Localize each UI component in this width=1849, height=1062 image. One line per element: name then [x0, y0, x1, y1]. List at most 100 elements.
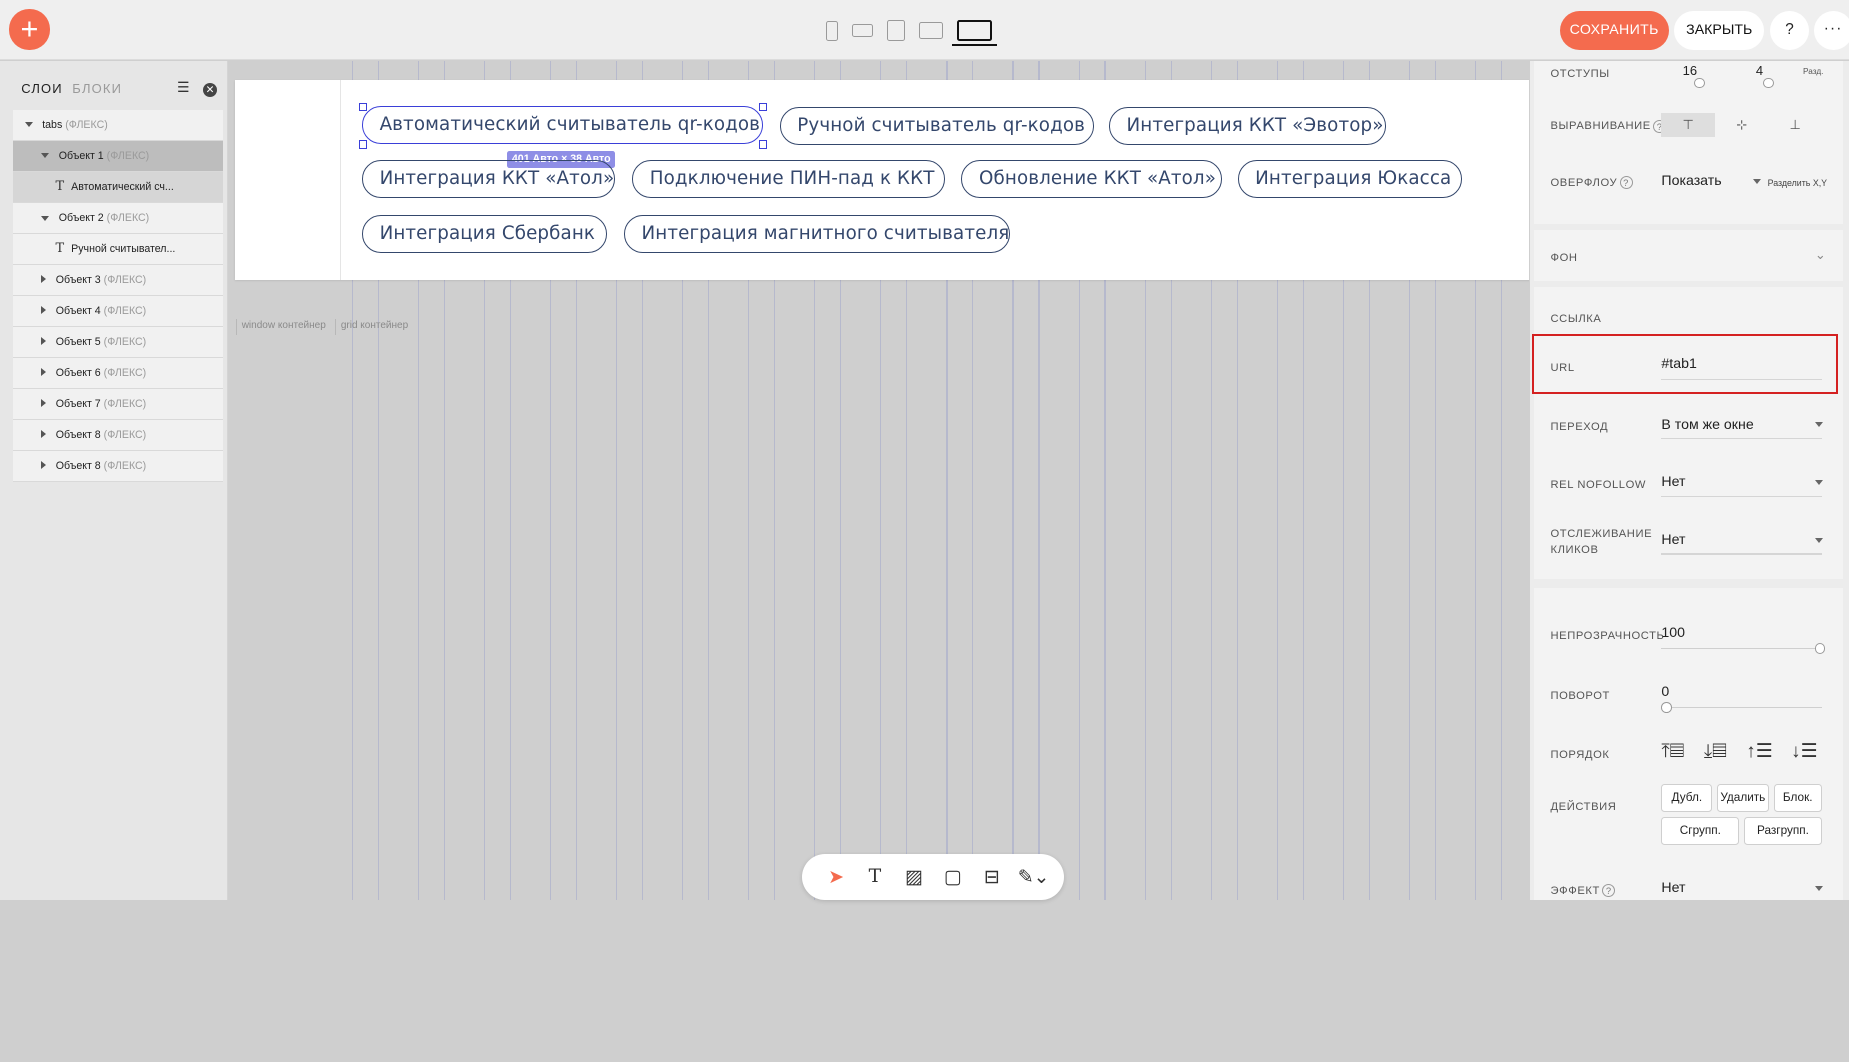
select-underline	[1661, 437, 1822, 439]
layer-item[interactable]: Объект 6 (ФЛЕКС)	[12, 358, 223, 390]
tab-pill[interactable]: Автоматический считыватель qr-кодов	[362, 106, 764, 144]
chevron-down-icon[interactable]	[1814, 538, 1823, 544]
tab-layers[interactable]: СЛОИ	[21, 81, 63, 96]
layer-item[interactable]: Объект 8 (ФЛЕКС)	[12, 451, 223, 483]
layer-item[interactable]: T Автоматический сч...	[12, 171, 223, 203]
background-card[interactable]: ФОН ⌄	[1533, 230, 1844, 281]
rotation-slider-track[interactable]	[1661, 706, 1822, 708]
transition-select[interactable]: В том же окне	[1661, 417, 1753, 433]
chevron-down-icon[interactable]	[1814, 480, 1823, 486]
layer-item[interactable]: Объект 8 (ФЛЕКС)	[12, 420, 223, 452]
send-to-back-icon[interactable]: ⤓▤	[1704, 740, 1727, 762]
chevron-down-icon[interactable]: ⌄	[1815, 247, 1826, 263]
collapse-icon[interactable]	[41, 215, 50, 221]
resize-handle[interactable]	[758, 102, 767, 111]
help-button[interactable]: ?	[1769, 10, 1809, 50]
duplicate-button[interactable]: Дубл.	[1661, 783, 1713, 812]
tab-pill[interactable]: Интеграция Юкасса	[1237, 160, 1462, 199]
resize-handle[interactable]	[358, 140, 367, 149]
delete-button[interactable]: Удалить	[1716, 783, 1769, 812]
close-panel-icon[interactable]: ✕	[202, 82, 218, 97]
tab-pill[interactable]: Интеграция магнитного считывателя	[624, 214, 1010, 253]
expand-icon[interactable]	[41, 399, 47, 408]
tracking-select[interactable]: Нет	[1661, 532, 1685, 548]
collapse-icon[interactable]	[41, 153, 50, 159]
layer-item[interactable]: Объект 2 (ФЛЕКС)	[12, 203, 223, 234]
layer-item[interactable]: tabs (ФЛЕКС)	[12, 110, 223, 141]
bring-forward-icon[interactable]: ↑☰	[1746, 740, 1772, 762]
overflow-select[interactable]: Показать	[1661, 173, 1721, 189]
opacity-input[interactable]: 100	[1661, 625, 1685, 641]
shape-icon[interactable]: ▢	[940, 864, 966, 890]
tab-pill[interactable]: Интеграция Сбербанк	[362, 214, 608, 253]
expand-icon[interactable]	[41, 336, 47, 345]
more-button[interactable]: ···	[1813, 10, 1849, 50]
image-icon[interactable]: ▨	[901, 864, 927, 890]
align-bottom-icon[interactable]: ⊥	[1768, 113, 1821, 137]
tab-blocks[interactable]: БЛОКИ	[72, 81, 122, 96]
chevron-down-icon[interactable]	[1814, 422, 1823, 428]
opacity-slider-handle[interactable]	[1814, 643, 1826, 654]
padding-value-1[interactable]: 16	[1683, 63, 1697, 78]
tab-pill[interactable]: Интеграция ККТ «Эвотор»	[1108, 107, 1387, 146]
nofollow-select[interactable]: Нет	[1661, 474, 1685, 490]
padding-split[interactable]: Разд.	[1803, 67, 1823, 76]
resize-handle[interactable]	[358, 102, 367, 111]
add-button[interactable]: +	[9, 9, 50, 50]
rotation-slider-handle[interactable]	[1661, 702, 1673, 713]
layer-item[interactable]: T Ручной считывател...	[12, 234, 223, 265]
overflow-split[interactable]: Разделить X,Y	[1768, 178, 1827, 188]
tab-pill[interactable]: Интеграция ККТ «Атол»	[362, 160, 615, 199]
group-button[interactable]: Сгрупп.	[1661, 816, 1740, 845]
help-icon[interactable]: ?	[1619, 176, 1633, 190]
chevron-down-icon[interactable]	[1814, 886, 1823, 892]
grid-container[interactable]: Автоматический считыватель qr-кодов 401 …	[339, 80, 1529, 280]
send-backward-icon[interactable]: ↓☰	[1791, 740, 1817, 762]
tablet-landscape-icon[interactable]	[919, 22, 943, 39]
phone-landscape-icon[interactable]	[851, 24, 874, 38]
padding-slider-1[interactable]	[1694, 77, 1706, 89]
background-label: ФОН	[1550, 252, 1578, 265]
collapse-icon[interactable]	[24, 122, 33, 128]
overflow-label: ОВЕРФЛОУ?	[1551, 176, 1633, 190]
layer-item[interactable]: Объект 4 (ФЛЕКС)	[12, 296, 223, 327]
layer-item[interactable]: Объект 7 (ФЛЕКС)	[12, 389, 223, 421]
phone-portrait-icon[interactable]	[825, 20, 838, 41]
layer-item[interactable]: Объект 3 (ФЛЕКС)	[12, 265, 223, 296]
chevron-down-icon[interactable]	[1753, 179, 1762, 185]
align-top-icon[interactable]: ⊤	[1661, 113, 1715, 137]
padding-value-2[interactable]: 4	[1756, 63, 1763, 78]
effect-select[interactable]: Нет	[1661, 880, 1685, 896]
tab-pill[interactable]: Ручной считыватель qr-кодов	[779, 107, 1094, 146]
layer-item[interactable]: Объект 1 (ФЛЕКС)	[12, 140, 223, 172]
padding-slider-2[interactable]	[1762, 77, 1774, 89]
tablet-portrait-icon[interactable]	[887, 20, 906, 42]
layer-item[interactable]: Объект 5 (ФЛЕКС)	[12, 327, 223, 358]
sort-icon[interactable]: ☰	[177, 80, 190, 96]
tab-pill[interactable]: Обновление ККТ «Атол»	[961, 160, 1223, 199]
expand-icon[interactable]	[41, 430, 47, 439]
resize-handle[interactable]	[758, 140, 767, 149]
text-tool-icon[interactable]: T	[862, 864, 888, 890]
expand-icon[interactable]	[41, 367, 47, 376]
align-middle-icon[interactable]: ⊹	[1715, 113, 1768, 137]
pen-icon[interactable]: ✎⌄	[1018, 864, 1050, 890]
layout-card: ОТСТУПЫ 16 4 Разд. ВЫРАВНИВАНИЕ? ⊤ ⊹ ⊥ О…	[1533, 61, 1844, 225]
expand-icon[interactable]	[41, 461, 47, 470]
cursor-icon[interactable]: ➤	[823, 864, 849, 890]
expand-icon[interactable]	[41, 274, 47, 283]
close-button[interactable]: ЗАКРЫТЬ	[1674, 10, 1765, 50]
editor-canvas[interactable]: Автоматический считыватель qr-кодов 401 …	[229, 61, 1530, 901]
button-element-icon[interactable]: ⊟	[979, 864, 1005, 890]
tab-pill[interactable]: Подключение ПИН-пад к ККТ	[632, 160, 945, 199]
laptop-icon[interactable]	[951, 20, 998, 47]
opacity-slider-track[interactable]	[1661, 647, 1822, 649]
lock-button[interactable]: Блок.	[1773, 783, 1822, 812]
help-icon[interactable]: ?	[1602, 884, 1616, 898]
ungroup-button[interactable]: Разгрупп.	[1744, 816, 1822, 845]
rotation-input[interactable]: 0	[1661, 684, 1669, 700]
window-container[interactable]: Автоматический считыватель qr-кодов 401 …	[234, 80, 1530, 280]
bring-to-front-icon[interactable]: ⤒▤	[1661, 740, 1684, 762]
expand-icon[interactable]	[41, 305, 47, 314]
save-button[interactable]: СОХРАНИТЬ	[1559, 10, 1669, 50]
